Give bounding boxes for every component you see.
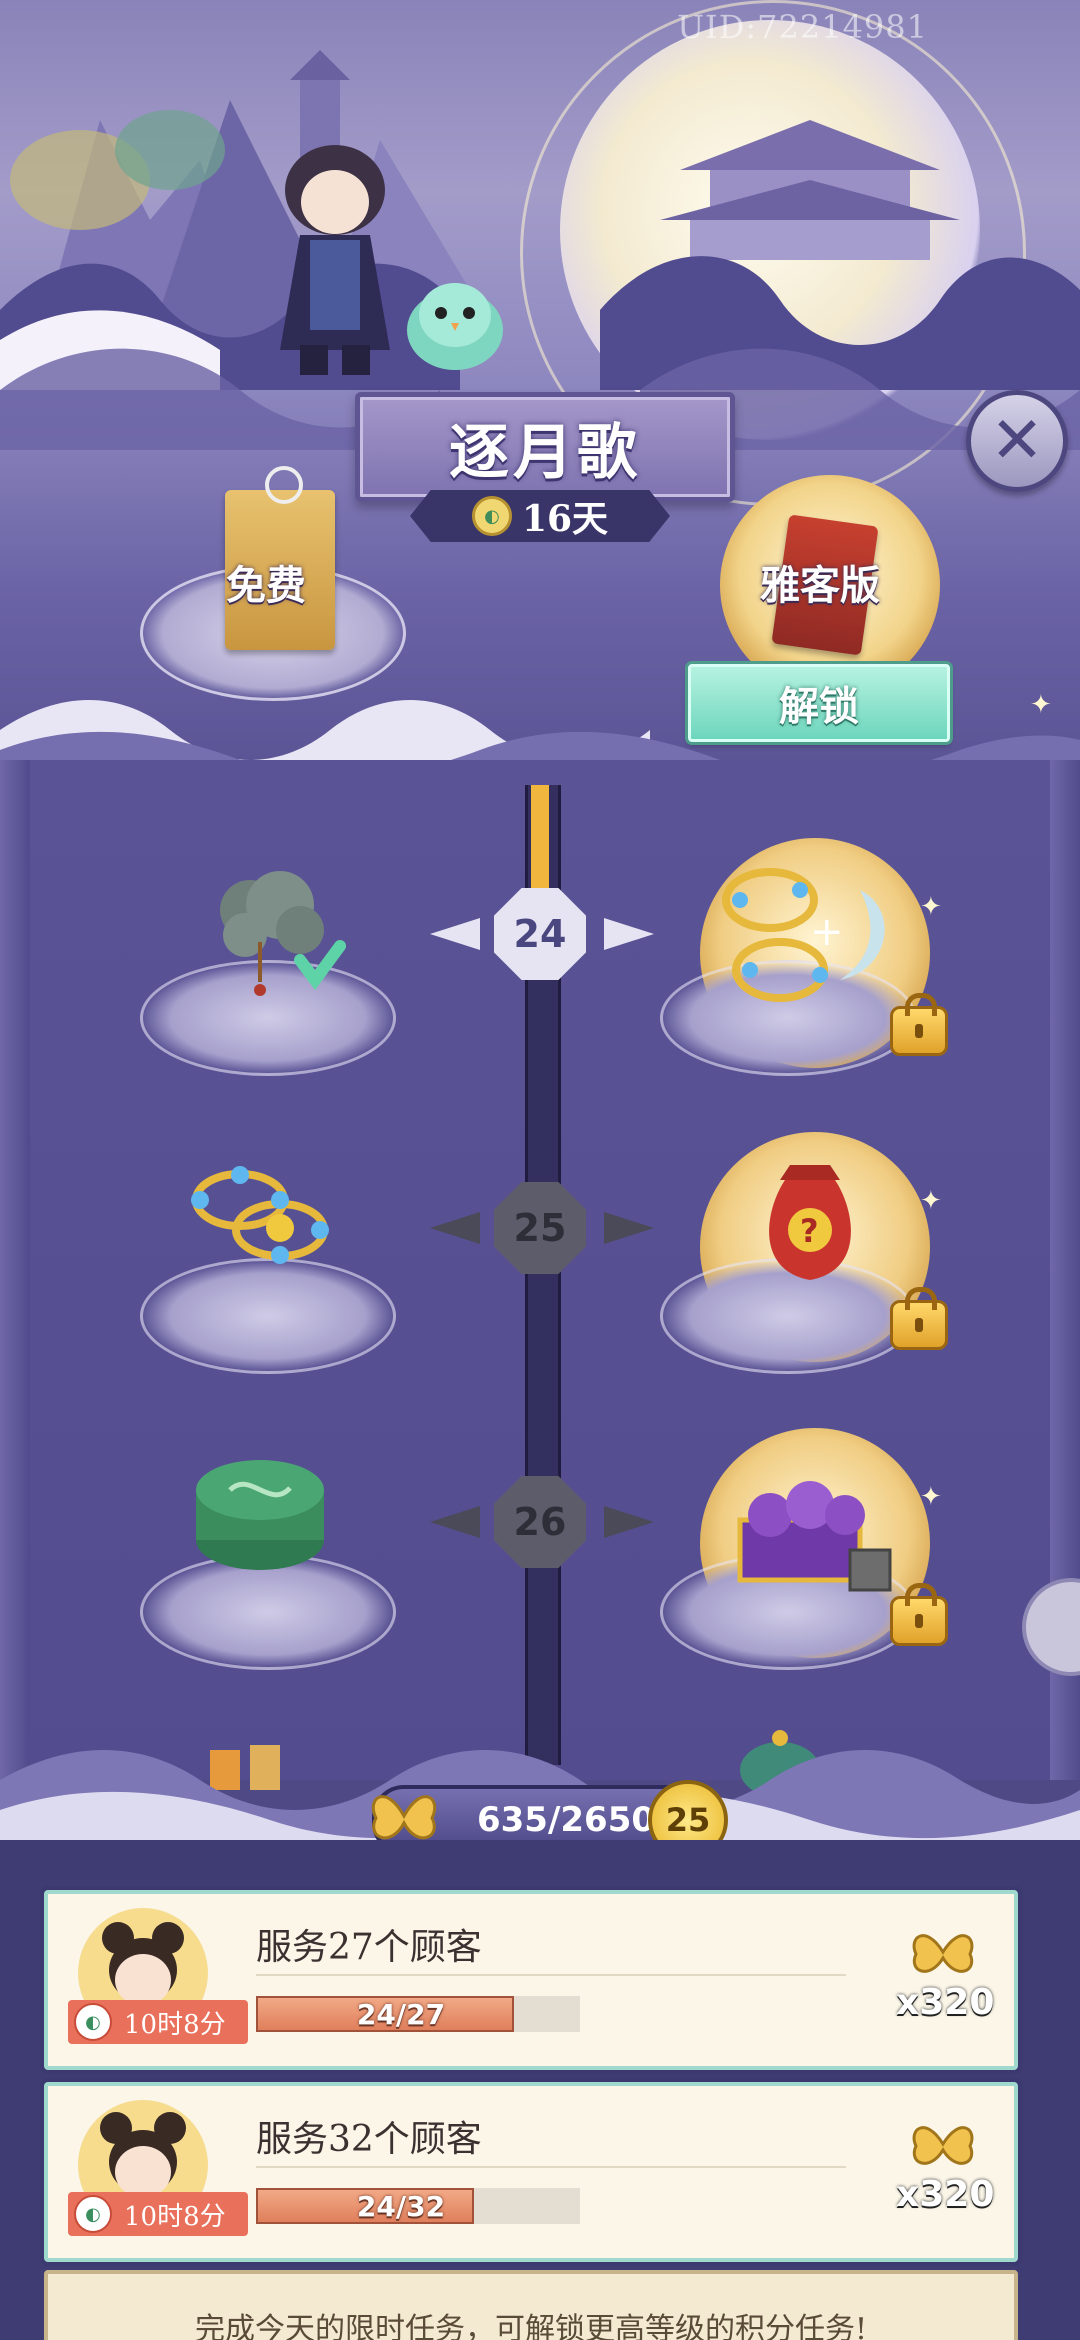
butterfly-reward-icon bbox=[912, 2126, 974, 2165]
task-title: 服务27个顾客 bbox=[256, 1927, 482, 1968]
progress-rail-fill bbox=[531, 785, 549, 905]
level-number: 25 bbox=[513, 1206, 567, 1250]
task-divider bbox=[256, 2166, 846, 2168]
node-arrow-right bbox=[604, 1212, 654, 1244]
sparkle: ✦ bbox=[1030, 690, 1052, 720]
current-level-text: 25 bbox=[665, 1801, 711, 1839]
timer-text: 10时8分 bbox=[124, 2201, 226, 2232]
node-arrow-left bbox=[430, 918, 480, 950]
task-progress-bar: 24/32 bbox=[256, 2188, 580, 2224]
svg-text:?: ? bbox=[800, 1212, 819, 1250]
hint-text: 完成今天的限时任务，可解锁更高等级的积分任务! bbox=[194, 2312, 868, 2340]
green-tin-box-icon[interactable] bbox=[190, 1450, 330, 1580]
butterfly-reward-icon bbox=[912, 1934, 974, 1973]
task-title: 服务32个顾客 bbox=[256, 2119, 482, 2160]
lock-icon bbox=[890, 1583, 948, 1646]
lock-icon bbox=[890, 1287, 948, 1350]
node-arrow-right bbox=[604, 1506, 654, 1538]
battle-pass-screen: UID:72214981 逐月歌 ◐ 16天 ✕ 免费 雅客版 解锁 24 + … bbox=[0, 0, 1080, 2340]
sachet-gift-box-icon[interactable] bbox=[730, 1470, 900, 1600]
free-tier-label: 免费 bbox=[226, 562, 306, 609]
close-icon: ✕ bbox=[990, 404, 1044, 478]
level-node-25: 25 bbox=[494, 1182, 586, 1274]
task-timer: ◐ 10时8分 bbox=[68, 2000, 248, 2044]
bead-bracelet-icon[interactable] bbox=[180, 1160, 340, 1280]
bead-bracelet-and-jade-bundle-icon[interactable]: + bbox=[710, 850, 910, 1020]
level-number: 26 bbox=[513, 1500, 567, 1544]
curtain-left bbox=[0, 760, 30, 1780]
clock-icon: ◐ bbox=[471, 496, 512, 536]
node-arrow-right bbox=[604, 918, 654, 950]
sparkle: ✦ bbox=[920, 1482, 942, 1512]
lock-icon bbox=[890, 993, 948, 1056]
event-title-banner: 逐月歌 bbox=[355, 392, 735, 502]
task-card: ◐ 10时8分 服务27个顾客 24/27 x320 bbox=[44, 1890, 1018, 2070]
level-number: 24 bbox=[513, 912, 567, 956]
level-node-26: 26 bbox=[494, 1476, 586, 1568]
xp-progress-text: 635/2650 bbox=[476, 1800, 656, 1840]
svg-text:+: + bbox=[810, 909, 844, 955]
timer-icon: ◐ bbox=[74, 2003, 112, 2041]
uid-label: UID:72214981 bbox=[677, 8, 928, 46]
node-arrow-left bbox=[430, 1506, 480, 1538]
timer-icon: ◐ bbox=[74, 2195, 112, 2233]
cloud-pendant-icon[interactable] bbox=[190, 850, 350, 1010]
task-progress-text: 24/32 bbox=[356, 2189, 446, 2223]
premium-tier-label: 雅客版 bbox=[760, 562, 880, 609]
task-progress-text: 24/27 bbox=[356, 1997, 446, 2031]
sparkle: ✦ bbox=[920, 1186, 942, 1216]
days-remaining-text: 16天 bbox=[521, 498, 609, 540]
task-reward-amount: x320 bbox=[896, 2174, 995, 2215]
days-remaining-badge: ◐ 16天 bbox=[410, 490, 670, 542]
task-reward-amount: x320 bbox=[896, 1982, 995, 2023]
mystery-bag-icon[interactable]: ? bbox=[745, 1150, 875, 1290]
close-button[interactable]: ✕ bbox=[966, 390, 1068, 492]
task-progress-bar: 24/27 bbox=[256, 1996, 580, 2032]
task-divider bbox=[256, 1974, 846, 1976]
sparkle: ✦ bbox=[920, 892, 942, 922]
timer-text: 10时8分 bbox=[124, 2009, 226, 2040]
page-title: 逐月歌 bbox=[449, 417, 641, 488]
node-arrow-left bbox=[430, 1212, 480, 1244]
hint-banner: 完成今天的限时任务，可解锁更高等级的积分任务! bbox=[44, 2270, 1018, 2340]
task-timer: ◐ 10时8分 bbox=[68, 2192, 248, 2236]
task-card: ◐ 10时8分 服务32个顾客 24/32 x320 bbox=[44, 2082, 1018, 2262]
